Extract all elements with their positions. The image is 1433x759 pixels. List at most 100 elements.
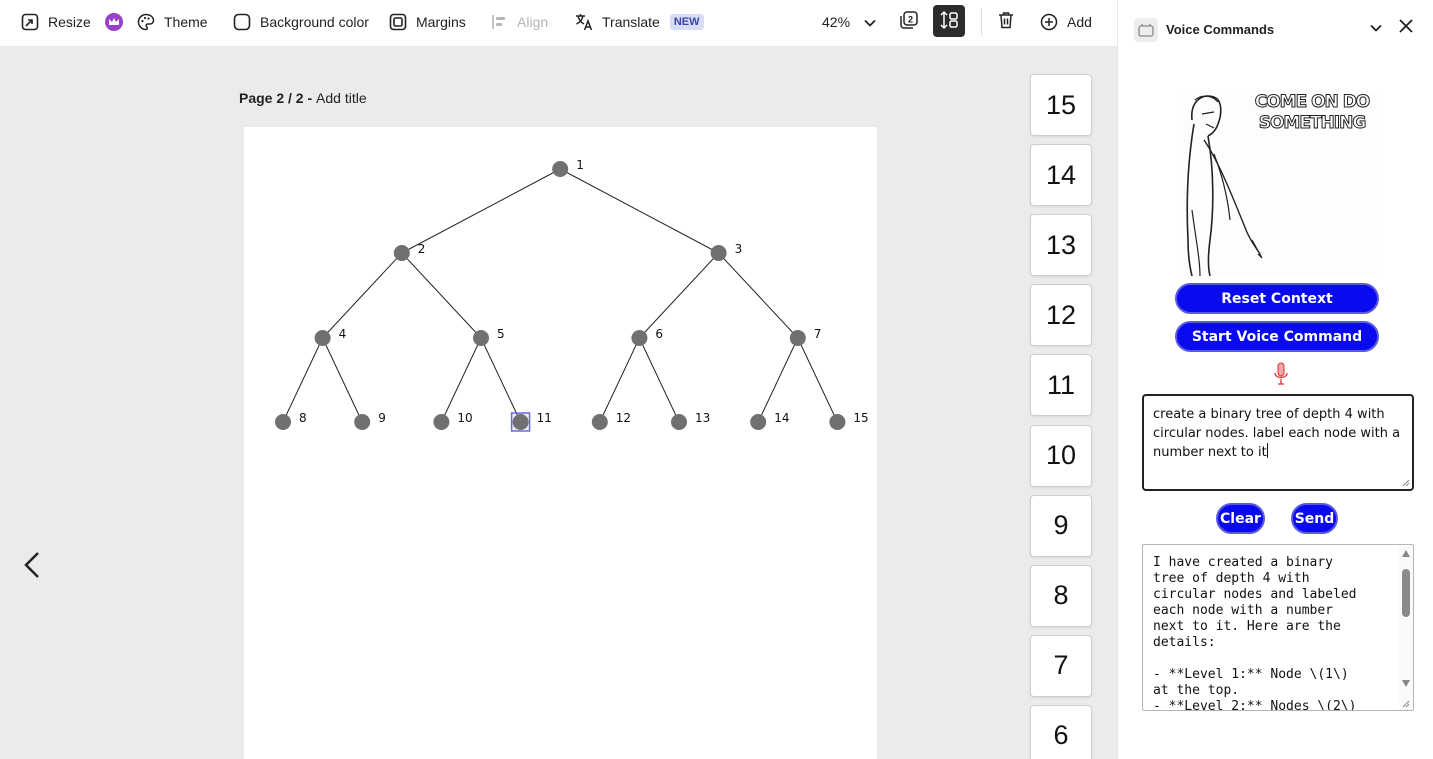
reset-context-button[interactable]: Reset Context [1175,283,1379,314]
close-icon [1399,18,1413,38]
tree-node[interactable] [591,414,608,430]
translate-button[interactable]: Translate NEW [574,10,704,34]
tree-node[interactable] [829,414,846,430]
tree-edge[interactable] [639,252,719,339]
background-color-button[interactable]: Background color [232,10,369,34]
prompt-textarea[interactable]: create a binary tree of depth 4 with cir… [1142,394,1414,491]
clear-button[interactable]: Clear [1216,503,1265,534]
binary-tree-diagram[interactable]: 12 34 5 6 78 9 10 11 12 13 14 15 [244,127,877,759]
start-voice-command-button[interactable]: Start Voice Command [1175,321,1379,352]
resize-grip-icon[interactable] [1402,479,1410,487]
prompt-text: create a binary tree of depth 4 with cir… [1153,407,1401,460]
tree-node[interactable] [789,330,806,346]
palette-icon [136,12,156,32]
tree-edge[interactable] [282,337,324,423]
plus-circle-icon [1039,12,1059,32]
tree-node[interactable] [354,414,371,430]
tree-edge[interactable] [322,252,403,339]
page-thumbnail[interactable]: 9 [1030,494,1092,557]
send-button[interactable]: Send [1291,503,1338,534]
theme-button[interactable]: Theme [136,10,208,34]
response-text: I have created a binary tree of depth 4 … [1153,555,1357,711]
page-thumbnail[interactable]: 15 [1030,74,1092,136]
tree-node-label: 9 [378,411,386,425]
add-title-link[interactable]: Add title [316,90,367,106]
tree-node-label: 13 [695,411,710,425]
delete-button[interactable] [990,5,1022,37]
microphone-icon [1272,362,1290,386]
top-toolbar: Resize Theme Background color Margins Al… [0,0,1117,44]
add-button[interactable]: Add [1039,10,1092,34]
tree-edge[interactable] [757,337,799,423]
tree-node[interactable] [750,414,767,430]
tree-node-label: 11 [537,411,552,425]
tree-node[interactable] [512,414,529,430]
resize-grip-icon[interactable] [1402,700,1410,708]
tree-edge[interactable] [322,337,363,423]
close-panel-button[interactable] [1396,18,1416,38]
crown-icon [104,13,123,31]
tree-edge[interactable] [401,168,561,254]
tree-edge[interactable] [599,337,640,423]
plugin-icon [1134,18,1158,42]
tree-edge[interactable] [797,337,838,423]
page-sheet[interactable]: 1 2 3 4 5 6 7 8 9 10 11 12 13 14 15 [244,127,877,759]
resize-button[interactable]: Resize [20,10,123,34]
tree-node-label: 7 [814,327,822,341]
tree-node[interactable] [314,330,331,346]
tree-node[interactable] [275,414,291,430]
scroll-down-icon[interactable] [1402,680,1410,687]
tree-node-label: 4 [339,327,347,341]
toolbar-divider [981,8,982,36]
tree-edge[interactable] [638,337,680,423]
pages-button[interactable]: 2 [893,5,925,37]
voice-commands-panel: Voice Commands COME ON DO SOMETHING Rese… [1117,0,1433,759]
tree-edge[interactable] [718,252,799,339]
meme-caption-line2: SOMETHING [1258,113,1367,134]
page-label: Page 2 / 2 - Add title [239,90,367,106]
tree-node[interactable] [710,245,727,261]
tree-node[interactable] [552,161,569,177]
align-button[interactable]: Align [489,10,548,34]
tree-edge[interactable] [440,337,482,423]
text-cursor [1266,443,1268,458]
page-thumbnail[interactable]: 8 [1030,564,1092,627]
scroll-view-button[interactable] [933,5,965,37]
scroll-up-icon[interactable] [1402,550,1410,557]
response-box[interactable]: I have created a binary tree of depth 4 … [1142,544,1414,711]
zoom-selector[interactable]: 42% [822,10,876,34]
tree-node[interactable] [433,414,450,430]
tree-node[interactable] [473,330,489,346]
tree-edge[interactable] [401,252,482,339]
resize-icon [20,12,40,32]
page-thumbnail[interactable]: 12 [1030,284,1092,347]
tree-node[interactable] [393,245,410,261]
panel-title: Voice Commands [1166,22,1275,37]
response-scrollbar[interactable] [1399,545,1413,710]
tree-edge[interactable] [480,337,522,423]
align-label: Align [517,14,549,30]
scroll-view-icon [939,10,959,33]
page-thumbnail[interactable]: 7 [1030,634,1092,697]
collapse-panel-button[interactable] [1366,18,1386,38]
page-separator: - [303,90,317,106]
page-thumbnail[interactable]: 11 [1030,354,1092,417]
chevron-down-icon [1370,19,1382,37]
tree-node[interactable] [631,330,648,346]
margins-button[interactable]: Margins [388,10,466,34]
page-thumbnail[interactable]: 13 [1030,214,1092,277]
scrollbar-thumb[interactable] [1402,569,1410,617]
page-thumbnail[interactable]: 6 [1030,704,1092,759]
add-label: Add [1067,14,1092,30]
color-swatch-icon [232,12,252,32]
tree-node[interactable] [671,414,687,430]
tree-node-label: 10 [457,411,472,425]
page-thumbnail[interactable]: 14 [1030,144,1092,207]
tree-edge[interactable] [559,168,719,254]
margins-icon [388,12,408,32]
previous-page-button[interactable] [20,551,44,583]
page-thumbnail[interactable]: 10 [1030,424,1092,487]
meme-caption-line1: COME ON DO [1254,92,1371,113]
tree-node-label: 5 [497,327,505,341]
tree-node-label: 15 [853,411,868,425]
